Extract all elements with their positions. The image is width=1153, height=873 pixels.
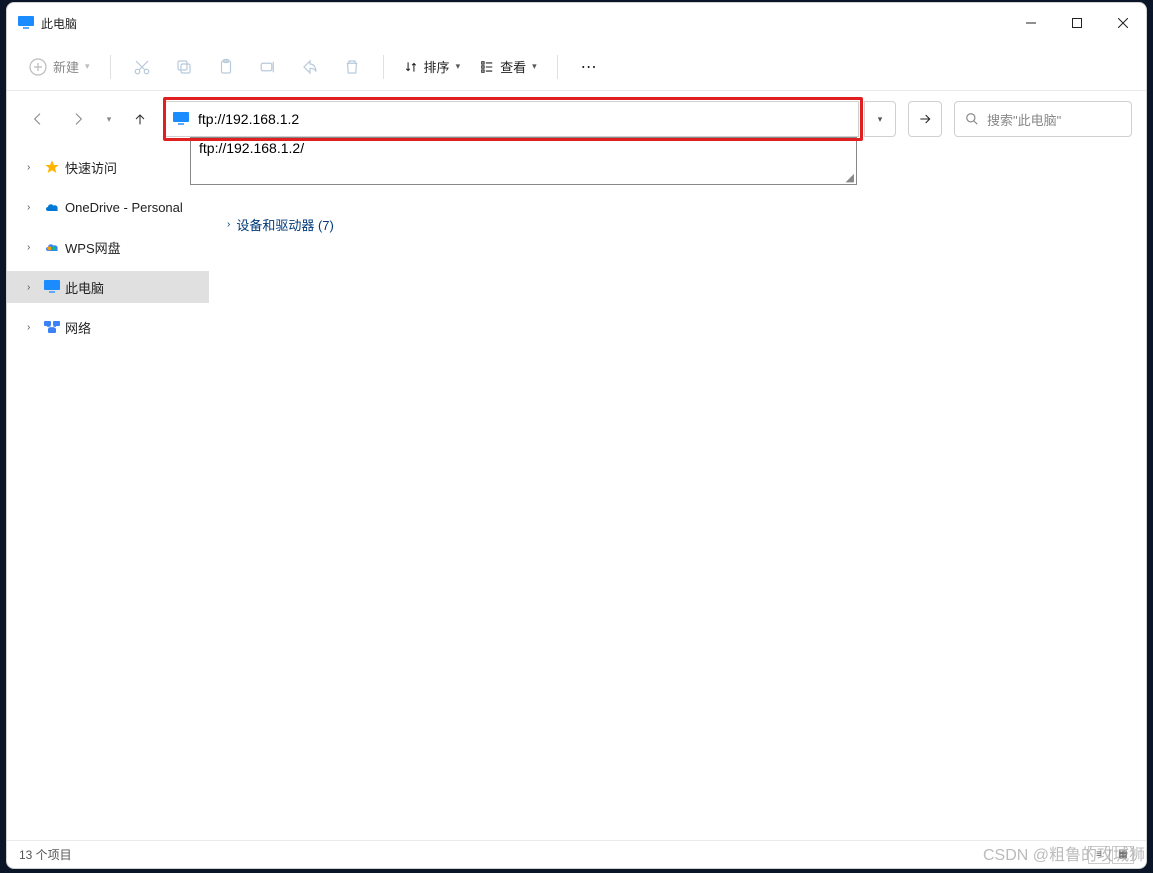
maximize-button[interactable] bbox=[1054, 7, 1100, 39]
chevron-right-icon: › bbox=[27, 282, 39, 293]
group-devices[interactable]: › 设备和驱动器 (7) bbox=[223, 211, 1132, 238]
chevron-down-icon: ▾ bbox=[85, 61, 90, 72]
monitor-icon bbox=[43, 278, 61, 296]
separator bbox=[557, 55, 558, 79]
sidebar-item-label: 网络 bbox=[65, 318, 91, 337]
watermark: CSDN @粗鲁的攻城狮 bbox=[983, 841, 1145, 865]
chevron-right-icon: › bbox=[27, 322, 39, 333]
network-icon bbox=[43, 318, 61, 336]
sort-button[interactable]: 排序 ▾ bbox=[396, 53, 469, 80]
navbar: ▾ ftp://192.168.1.2/ ◢ ▾ 搜索"此电脑" bbox=[7, 91, 1146, 147]
sidebar-item-this-pc[interactable]: › 此电脑 bbox=[7, 271, 209, 303]
back-button[interactable] bbox=[21, 102, 55, 136]
new-label: 新建 bbox=[53, 57, 79, 76]
titlebar: 此电脑 bbox=[7, 3, 1146, 43]
window-title: 此电脑 bbox=[41, 15, 77, 32]
chevron-right-icon: › bbox=[27, 162, 39, 173]
cut-icon[interactable] bbox=[123, 49, 161, 85]
statusbar: 13 个项目 ≡ ▦ bbox=[7, 840, 1146, 868]
cloud-multi-icon bbox=[43, 238, 61, 256]
share-icon[interactable] bbox=[291, 49, 329, 85]
group-label: 设备和驱动器 (7) bbox=[236, 215, 334, 234]
view-button[interactable]: 查看 ▾ bbox=[472, 53, 545, 80]
address-input[interactable] bbox=[198, 102, 850, 136]
sort-label: 排序 bbox=[424, 57, 450, 76]
sidebar: › 快速访问 › OneDrive - Personal › WPS网盘 › 此… bbox=[7, 147, 209, 840]
cloud-icon bbox=[43, 198, 61, 216]
content-pane[interactable]: › 设备和驱动器 (7) bbox=[209, 147, 1146, 840]
search-icon bbox=[965, 112, 979, 126]
resize-handle-icon[interactable]: ◢ bbox=[846, 171, 854, 184]
address-history-dropdown[interactable]: ▾ bbox=[864, 101, 896, 137]
title-left: 此电脑 bbox=[17, 14, 77, 32]
monitor-icon bbox=[17, 14, 35, 32]
new-button[interactable]: 新建 ▾ bbox=[21, 53, 98, 80]
search-placeholder: 搜索"此电脑" bbox=[987, 110, 1061, 129]
copy-icon[interactable] bbox=[165, 49, 203, 85]
chevron-right-icon: › bbox=[227, 219, 230, 230]
close-button[interactable] bbox=[1100, 7, 1146, 39]
paste-icon[interactable] bbox=[207, 49, 245, 85]
forward-button[interactable] bbox=[61, 102, 95, 136]
address-bar[interactable] bbox=[163, 101, 859, 137]
up-button[interactable] bbox=[123, 102, 157, 136]
toolbar: 新建 ▾ 排序 ▾ 查看 ▾ ⋯ bbox=[7, 43, 1146, 91]
separator bbox=[110, 55, 111, 79]
sidebar-item-label: 此电脑 bbox=[65, 278, 104, 297]
minimize-button[interactable] bbox=[1008, 7, 1054, 39]
chevron-down-icon: ▾ bbox=[456, 61, 461, 72]
rename-icon[interactable] bbox=[249, 49, 287, 85]
separator bbox=[383, 55, 384, 79]
go-button[interactable] bbox=[908, 101, 942, 137]
status-item-count: 13 个项目 bbox=[19, 846, 72, 863]
plus-circle-icon bbox=[29, 58, 47, 76]
star-icon bbox=[43, 158, 61, 176]
view-icon bbox=[480, 60, 494, 74]
sidebar-item-network[interactable]: › 网络 bbox=[7, 311, 209, 343]
sidebar-item-label: 快速访问 bbox=[65, 158, 117, 177]
sidebar-item-quick-access[interactable]: › 快速访问 bbox=[7, 151, 209, 183]
monitor-icon bbox=[172, 110, 190, 128]
window-controls bbox=[1008, 7, 1146, 39]
more-button[interactable]: ⋯ bbox=[570, 57, 608, 77]
sort-icon bbox=[404, 60, 418, 74]
address-autosuggest: ftp://192.168.1.2/ ◢ bbox=[190, 137, 857, 185]
sidebar-item-label: OneDrive - Personal bbox=[65, 200, 183, 215]
chevron-right-icon: › bbox=[27, 202, 39, 213]
search-box[interactable]: 搜索"此电脑" bbox=[954, 101, 1132, 137]
delete-icon[interactable] bbox=[333, 49, 371, 85]
address-wrap: ftp://192.168.1.2/ ◢ bbox=[163, 101, 859, 137]
body: › 快速访问 › OneDrive - Personal › WPS网盘 › 此… bbox=[7, 147, 1146, 840]
sidebar-item-wps[interactable]: › WPS网盘 bbox=[7, 231, 209, 263]
chevron-down-icon: ▾ bbox=[532, 61, 537, 72]
chevron-right-icon: › bbox=[27, 242, 39, 253]
autosuggest-item[interactable]: ftp://192.168.1.2/ bbox=[191, 138, 856, 158]
view-label: 查看 bbox=[500, 57, 526, 76]
recent-dropdown[interactable]: ▾ bbox=[101, 102, 117, 136]
sidebar-item-label: WPS网盘 bbox=[65, 238, 121, 257]
sidebar-item-onedrive[interactable]: › OneDrive - Personal bbox=[7, 191, 209, 223]
explorer-window: 此电脑 新建 ▾ 排序 ▾ 查看 ▾ bbox=[6, 2, 1147, 869]
